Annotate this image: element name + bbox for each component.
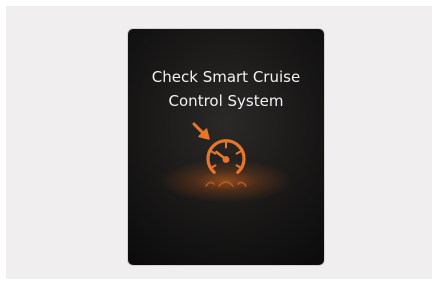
warning-message: Check Smart Cruise Control System <box>128 65 324 113</box>
warning-line-2: Control System <box>168 92 284 110</box>
cluster-display: Check Smart Cruise Control System <box>128 29 324 265</box>
warning-line-1: Check Smart Cruise <box>151 68 301 86</box>
smart-cruise-speedometer-icon <box>192 122 247 187</box>
